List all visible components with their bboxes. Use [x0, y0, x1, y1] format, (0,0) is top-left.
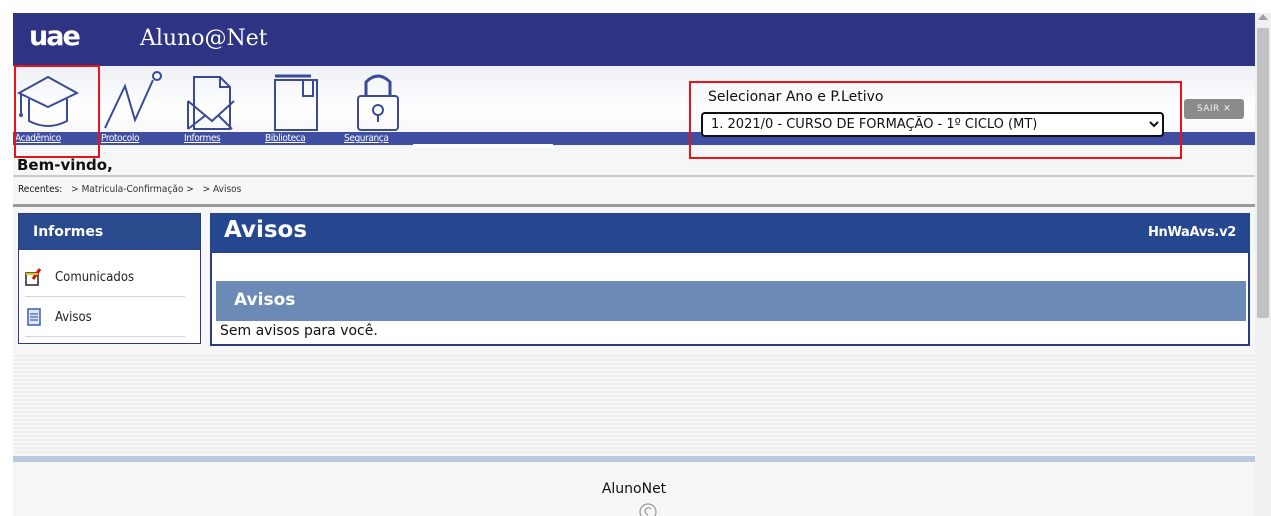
title-bar: uae Aluno@Net [13, 13, 1255, 66]
sidebar-item-label: Comunicados [55, 269, 135, 285]
welcome-text: Bem-vindo, [17, 156, 113, 174]
empty-message: Sem avisos para você. [220, 323, 378, 339]
nav-label-informes[interactable]: Informes [184, 133, 221, 144]
app-title: Aluno@Net [140, 26, 268, 51]
toolbar-gap [413, 144, 553, 148]
sidebar: Informes Comunicados Avisos [18, 213, 201, 344]
mail-document-icon [187, 76, 235, 130]
breadcrumb-item[interactable]: > Avisos [203, 184, 242, 195]
graduation-cap-icon [17, 75, 79, 127]
scrollbar-thumb[interactable] [1257, 28, 1269, 318]
breadcrumb-item[interactable]: > Matricula-Confirmação > [71, 184, 194, 195]
year-period-select[interactable]: 1. 2021/0 - CURSO DE FORMAÇÃO - 1º CICLO… [701, 112, 1164, 137]
content-background [13, 353, 1255, 453]
breadcrumb-prefix: Recentes: [18, 184, 63, 195]
divider [13, 204, 1255, 207]
nav-label-seguranca[interactable]: Segurança [344, 133, 389, 144]
sidebar-title: Informes [19, 214, 200, 250]
logout-button[interactable]: SAIR ✕ [1184, 99, 1244, 119]
document-icon [27, 308, 41, 326]
year-selector-label: Selecionar Ano e P.Letivo [708, 89, 884, 105]
section-title: Avisos [234, 290, 296, 310]
breadcrumb: Recentes: > Matricula-Confirmação > > Av… [18, 184, 247, 195]
notepad-icon [25, 268, 42, 286]
line-chart-icon [104, 71, 162, 129]
nav-label-protocolo[interactable]: Protocolo [101, 133, 140, 144]
main-panel: Avisos HnWaAvs.v2 Avisos Sem avisos para… [210, 213, 1250, 346]
main-header: Avisos HnWaAvs.v2 [210, 213, 1250, 253]
app-logo: uae [29, 21, 81, 52]
nav-label-biblioteca[interactable]: Biblioteca [265, 133, 306, 144]
app-frame: uae Aluno@Net Acadêmico Protocolo Inform… [13, 13, 1255, 516]
footer-divider [13, 456, 1255, 462]
page-code: HnWaAvs.v2 [1147, 225, 1236, 240]
sidebar-item-label: Avisos [55, 309, 92, 325]
sidebar-item-comunicados[interactable]: Comunicados [25, 258, 185, 297]
divider [13, 175, 1255, 177]
lock-icon [357, 74, 399, 131]
page-title: Avisos [224, 217, 308, 243]
footer-text: AlunoNet [601, 481, 667, 497]
book-icon [274, 74, 318, 131]
sidebar-item-avisos[interactable]: Avisos [25, 298, 185, 337]
nav-label-academico[interactable]: Acadêmico [15, 133, 61, 144]
scroll-up-icon[interactable] [1258, 14, 1268, 20]
copyright-icon [639, 503, 657, 516]
section-header: Avisos [216, 281, 1246, 321]
